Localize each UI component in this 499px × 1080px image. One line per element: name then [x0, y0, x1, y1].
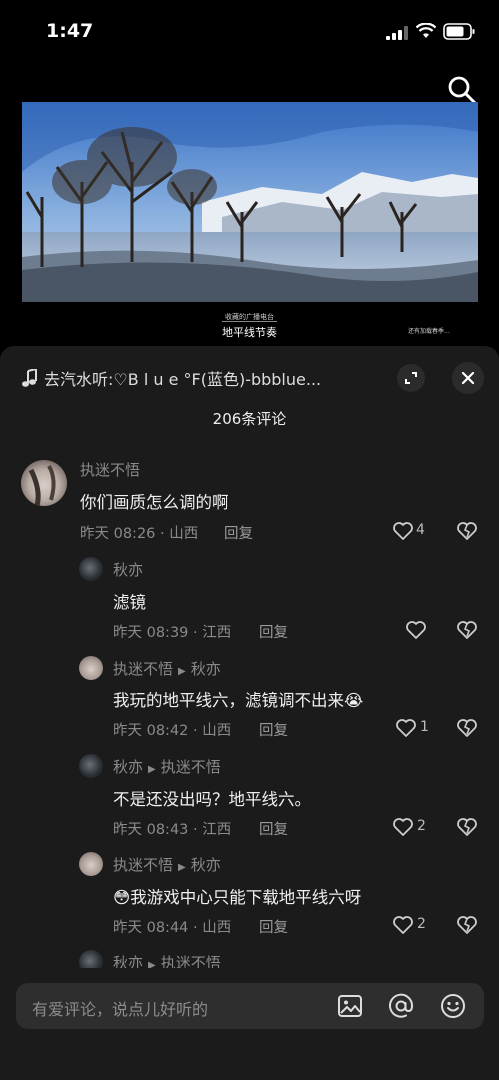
song-link[interactable]: 去汽水听: ♡B l u e °F(蓝色)-bbblue... — [22, 366, 321, 390]
heart-icon[interactable] — [392, 817, 414, 837]
video-frame-landscape — [22, 102, 478, 302]
heart-icon[interactable] — [392, 521, 414, 541]
avatar[interactable] — [79, 852, 103, 876]
comment-text: 😳我游戏中心只能下载地平线六呀 — [113, 888, 362, 907]
like-count: 1 — [420, 719, 429, 735]
like-count: 4 — [416, 522, 425, 538]
comment-text: 我玩的地平线六，滤镜调不出来😭 — [113, 691, 364, 710]
clock: 1:47 — [46, 20, 94, 42]
landscape-image — [22, 102, 478, 302]
at-icon[interactable] — [388, 993, 414, 1019]
comment-input[interactable]: 有爱评论，说点儿好听的 — [16, 983, 484, 1029]
like-count: 2 — [417, 916, 426, 932]
broken-heart-icon[interactable] — [456, 915, 478, 935]
broken-heart-icon[interactable] — [456, 718, 478, 738]
wifi-icon — [416, 23, 436, 38]
broken-heart-icon[interactable] — [456, 620, 478, 640]
video-player[interactable]: 收藏的广播电台 地平线节奏 还有加载春季... — [0, 62, 499, 347]
broken-heart-icon[interactable] — [456, 521, 478, 541]
avatar[interactable] — [79, 557, 103, 581]
close-button[interactable] — [452, 362, 484, 394]
comment-username[interactable]: 秋亦 ▶ 执迷不悟 — [113, 756, 221, 777]
battery-icon — [443, 23, 475, 40]
comment-username[interactable]: 执迷不悟 — [80, 459, 140, 480]
avatar[interactable] — [21, 460, 67, 506]
reply-button[interactable]: 回复 — [259, 719, 288, 740]
reply-button[interactable]: 回复 — [259, 916, 288, 937]
like-count: 2 — [417, 818, 426, 834]
reply-button[interactable]: 回复 — [224, 522, 253, 543]
expand-icon — [405, 372, 417, 384]
avatar[interactable] — [79, 754, 103, 778]
comment-meta: 昨天 08:26 · 山西 — [80, 526, 199, 542]
comment-input-placeholder: 有爱评论，说点儿好听的 — [32, 1000, 209, 1019]
image-icon[interactable] — [337, 993, 363, 1019]
comment-input-bar: 有爱评论，说点儿好听的 — [0, 968, 499, 1080]
comment-username[interactable]: 执迷不悟 ▶ 秋亦 — [113, 854, 221, 875]
expand-button[interactable] — [397, 364, 425, 392]
comment-count: 206条评论 — [212, 410, 287, 428]
heart-icon[interactable] — [392, 915, 414, 935]
close-icon — [461, 371, 475, 385]
comment-text: 不是还没出吗？地平线六。 — [113, 790, 311, 809]
comment-username[interactable]: 执迷不悟 ▶ 秋亦 — [113, 658, 221, 679]
reply-button[interactable]: 回复 — [259, 818, 288, 839]
caption-divider — [222, 321, 277, 322]
broken-heart-icon[interactable] — [456, 817, 478, 837]
status-bar: 1:47 — [0, 0, 499, 62]
song-prefix: 去汽水听: — [44, 370, 114, 389]
comment-text: 你们画质怎么调的啊 — [80, 493, 229, 512]
comment-meta: 昨天 08:39 · 江西 — [113, 625, 232, 641]
comment-text: 滤镜 — [113, 593, 146, 612]
cellular-signal-icon — [386, 26, 408, 40]
song-title: ♡B l u e °F(蓝色)-bbblue... — [113, 370, 322, 389]
heart-icon[interactable] — [395, 718, 417, 738]
caption-right: 还有加载春季... — [408, 328, 450, 335]
comment-username[interactable]: 秋亦 — [113, 559, 143, 580]
music-note-icon — [22, 369, 37, 387]
heart-icon[interactable] — [405, 620, 427, 640]
comment-meta: 昨天 08:42 · 山西 — [113, 723, 232, 739]
comment-meta: 昨天 08:43 · 江西 — [113, 822, 232, 838]
reply-button[interactable]: 回复 — [259, 621, 288, 642]
emoji-icon[interactable] — [440, 993, 466, 1019]
comment-meta: 昨天 08:44 · 山西 — [113, 920, 232, 936]
avatar[interactable] — [79, 656, 103, 680]
